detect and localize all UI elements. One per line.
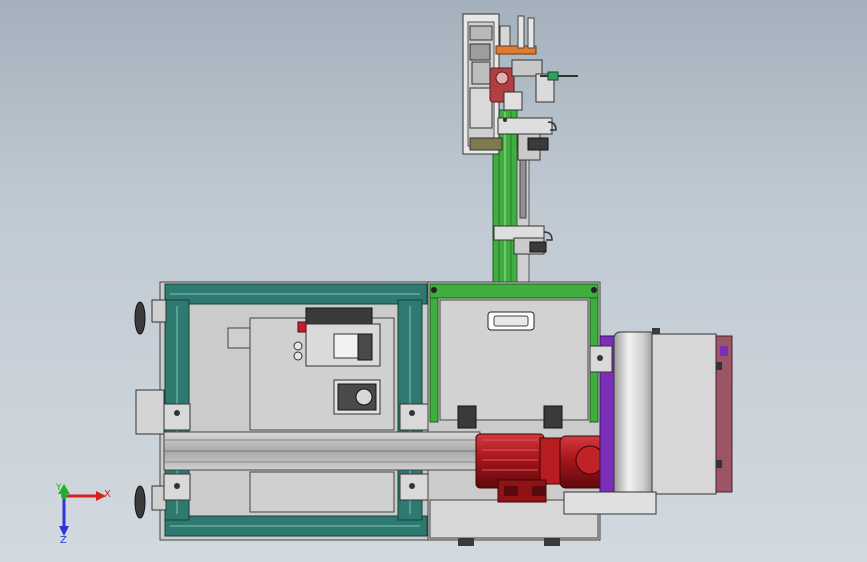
cad-viewport[interactable]: X Y Z [0, 0, 867, 562]
triad-y-label: Y [55, 483, 62, 493]
horizontal-rail [163, 431, 481, 471]
triad-x-label: X [104, 489, 111, 500]
base-frame-left [159, 281, 431, 541]
triad-z-label: Z [60, 535, 67, 546]
coordinate-triad: X Y Z [55, 483, 111, 546]
column-top-head [462, 13, 578, 161]
machine-assembly-drawing: X Y Z [55, 13, 733, 546]
